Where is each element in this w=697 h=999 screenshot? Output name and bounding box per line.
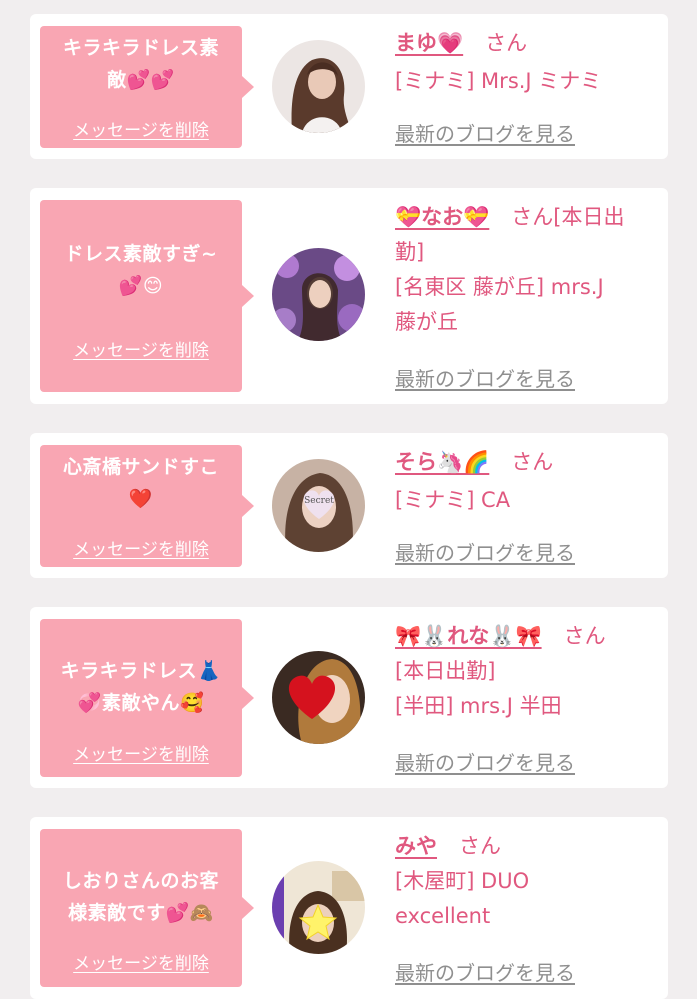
avatar[interactable] — [272, 248, 365, 341]
woman-flowers-photo-icon — [272, 248, 365, 341]
avatar[interactable] — [272, 861, 365, 954]
message-bubble: ドレス素敵すぎ~ 💕😊 メッセージを削除 — [40, 200, 254, 392]
shop-info: excellent — [395, 904, 491, 928]
girl-name-link[interactable]: そら🦄🌈 — [395, 450, 489, 474]
honorific: さん — [485, 31, 528, 55]
honorific: さん — [511, 205, 554, 229]
latest-blog-link[interactable]: 最新のブログを見る — [395, 537, 575, 566]
message-bubble: しおりさんのお客 様素敵です💕🙈 メッセージを削除 — [40, 829, 254, 987]
message-bubble: 心斎橋サンドすこ ❤️ メッセージを削除 — [40, 445, 254, 567]
message-card: キラキラドレス素 敵💕💕 メッセージを削除 まゆ💗 さん [ミナミ] Mrs.J … — [30, 14, 668, 159]
message-card: ドレス素敵すぎ~ 💕😊 メッセージを削除 💝なお💝 さん[本日出 勤] [名東区 … — [30, 188, 668, 404]
girl-name-link[interactable]: まゆ💗 — [395, 31, 463, 55]
woman-heart-photo-icon — [272, 651, 365, 744]
woman-secret-heart-photo-icon: Secret — [272, 459, 365, 552]
girl-name-link[interactable]: 🎀🐰れな🐰🎀 — [395, 624, 542, 648]
latest-blog-link[interactable]: 最新のブログを見る — [395, 747, 575, 776]
shop-info: 藤が丘 — [395, 310, 458, 334]
shop-info: [半田] mrs.J 半田 — [395, 694, 562, 718]
avatar[interactable]: Secret — [272, 459, 365, 552]
latest-blog-link[interactable]: 最新のブログを見る — [395, 363, 575, 392]
woman-long-hair-photo-icon — [272, 40, 365, 133]
delete-message-link[interactable]: メッセージを削除 — [40, 336, 242, 361]
status-text: [本日出勤] — [395, 659, 496, 683]
shop-info: [名東区 藤が丘] mrs.J — [395, 275, 604, 299]
latest-blog-link[interactable]: 最新のブログを見る — [395, 957, 575, 986]
message-card: 心斎橋サンドすこ ❤️ メッセージを削除 Secret そら🦄🌈 さん [ミナミ]… — [30, 433, 668, 578]
honorific: さん — [563, 624, 606, 648]
message-text: ドレス素敵すぎ~ 💕😊 — [64, 243, 218, 297]
honorific: さん — [511, 450, 554, 474]
message-bubble: キラキラドレス素 敵💕💕 メッセージを削除 — [40, 26, 254, 148]
honorific: さん — [459, 834, 501, 858]
delete-message-link[interactable]: メッセージを削除 — [40, 116, 242, 141]
svg-text:Secret: Secret — [304, 496, 334, 506]
girl-info: 💝なお💝 さん[本日出 勤] [名東区 藤が丘] mrs.J 藤が丘 — [395, 200, 665, 340]
message-text: しおりさんのお客 様素敵です💕🙈 — [62, 870, 219, 924]
message-card: しおりさんのお客 様素敵です💕🙈 メッセージを削除 みや さん [木屋町] DUO… — [30, 817, 668, 999]
delete-message-link[interactable]: メッセージを削除 — [40, 949, 242, 974]
delete-message-link[interactable]: メッセージを削除 — [40, 740, 242, 765]
girl-info: そら🦄🌈 さん [ミナミ] CA — [395, 445, 665, 518]
shop-info: [ミナミ] CA — [395, 488, 511, 512]
girl-info: みや さん [木屋町] DUO excellent — [395, 829, 665, 934]
girl-info: 🎀🐰れな🐰🎀 さん [本日出勤] [半田] mrs.J 半田 — [395, 619, 665, 724]
status-text: [本日出 — [553, 205, 625, 229]
girl-name-link[interactable]: 💝なお💝 — [395, 205, 489, 229]
avatar[interactable] — [272, 40, 365, 133]
girl-info: まゆ💗 さん [ミナミ] Mrs.J ミナミ — [395, 26, 665, 99]
delete-message-link[interactable]: メッセージを削除 — [40, 535, 242, 560]
message-text: キラキラドレス👗 💞素敵やん🥰 — [60, 660, 222, 714]
message-text: 心斎橋サンドすこ ❤️ — [62, 456, 219, 510]
message-bubble: キラキラドレス👗 💞素敵やん🥰 メッセージを削除 — [40, 619, 254, 777]
woman-star-photo-icon — [272, 861, 365, 954]
latest-blog-link[interactable]: 最新のブログを見る — [395, 118, 575, 147]
status-text: 勤] — [395, 240, 425, 264]
avatar[interactable] — [272, 651, 365, 744]
message-text: キラキラドレス素 敵💕💕 — [62, 37, 219, 91]
message-card: キラキラドレス👗 💞素敵やん🥰 メッセージを削除 🎀🐰れな🐰🎀 さん [本日出勤]… — [30, 607, 668, 788]
girl-name-link[interactable]: みや — [395, 834, 437, 858]
shop-info: [木屋町] DUO — [395, 869, 530, 893]
shop-info: [ミナミ] Mrs.J ミナミ — [395, 69, 602, 93]
